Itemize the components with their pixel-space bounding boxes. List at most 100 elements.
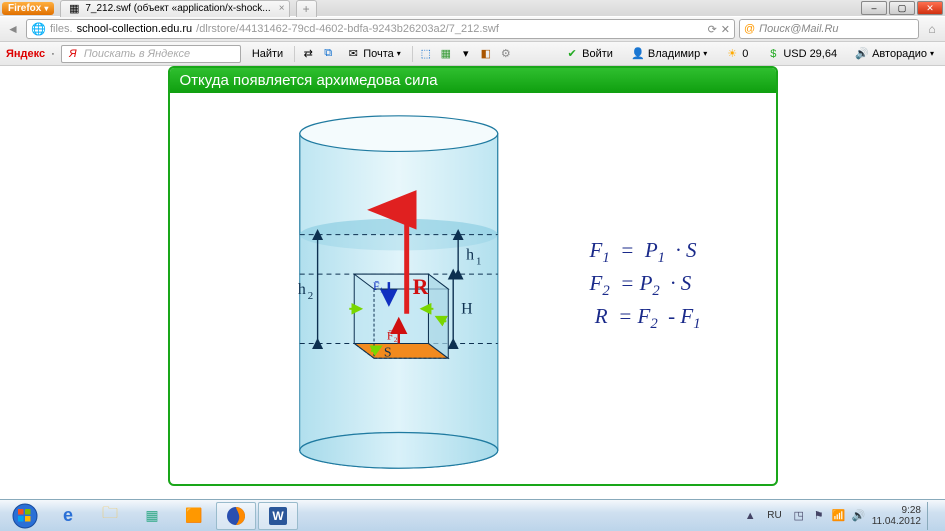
start-button[interactable] (4, 502, 46, 530)
clock-time: 9:28 (872, 505, 921, 516)
new-tab-button[interactable]: + (296, 0, 317, 17)
login-button[interactable]: ✔ Войти (560, 46, 618, 62)
lesson-title: Откуда появляется архимедова сила (170, 68, 776, 93)
usd-label: USD (783, 48, 806, 60)
gear-icon[interactable]: ⚙ (499, 47, 513, 61)
url-host: school-collection.edu.ru (77, 23, 193, 35)
equation-2: F2 = P2 · S (590, 269, 701, 302)
yandex-logo[interactable]: Яндекс (6, 48, 45, 60)
dollar-icon: $ (766, 47, 780, 61)
radio-label: Авторадио (872, 48, 927, 60)
plus-icon: + (299, 2, 314, 16)
tray-icon-1[interactable]: ◳ (792, 509, 806, 523)
yandex-search-placeholder: Поискать в Яндексе (84, 48, 190, 60)
mail-label: Почта (363, 48, 394, 60)
volume-icon[interactable]: 🔊 (852, 509, 866, 523)
system-tray: ▲ RU ◳ ⚑ 📶 🔊 9:28 11.04.2012 (743, 502, 941, 530)
stop-icon[interactable]: ✕ (721, 23, 730, 36)
mail-button[interactable]: ✉ Почта ▾ (341, 46, 406, 62)
chevron-down-icon: ▾ (44, 4, 48, 13)
svg-text:F̄₁: F̄₁ (373, 279, 384, 293)
mailru-icon: @ (744, 23, 755, 35)
taskbar-ie[interactable]: e (48, 502, 88, 530)
svg-text:h: h (297, 281, 305, 298)
lesson-card: Откуда появляется архимедова сила (168, 66, 778, 486)
yandex-toolbar: Яндекс · Я Поискать в Яндексе Найти ⇄ ⧉ … (0, 42, 945, 66)
find-button[interactable]: Найти (247, 47, 288, 61)
tray-icon-2[interactable]: ⚑ (812, 509, 826, 523)
yandex-right: ✔ Войти 👤 Владимир ▾ ☀ 0 $ USD 29,64 🔊 А… (560, 46, 939, 62)
taskbar: e 🗀 ▦ 🟧 W ▲ RU ◳ ⚑ 📶 🔊 9:28 11.04.2012 (0, 499, 945, 531)
app-icon: ▦ (145, 507, 158, 524)
firefox-menu-button[interactable]: Firefox ▾ (2, 2, 54, 15)
taskbar-app1[interactable]: ▦ (132, 502, 172, 530)
tray-up-icon[interactable]: ▲ (743, 509, 757, 523)
firefox-label: Firefox (8, 3, 41, 14)
taskbar-explorer[interactable]: 🗀 (90, 502, 130, 530)
tool-icon-1[interactable]: ⬚ (419, 47, 433, 61)
close-button[interactable]: ✕ (917, 1, 943, 15)
login-label: Войти (582, 48, 613, 60)
usd-widget[interactable]: $ USD 29,64 (761, 46, 842, 62)
search-placeholder: Поиск@Mail.Ru (759, 23, 838, 35)
navigation-toolbar: ◄ 🌐 files. school-collection.edu.ru/dlrst… (0, 16, 945, 42)
user-name: Владимир (648, 48, 700, 60)
minimize-button[interactable]: – (861, 1, 887, 15)
language-indicator[interactable]: RU (763, 508, 785, 523)
weather-temp: 0 (742, 48, 748, 60)
app-icon-2: 🟧 (185, 507, 202, 524)
mail-icon: ✉ (346, 47, 360, 61)
taskbar-app2[interactable]: 🟧 (174, 502, 214, 530)
radio-widget[interactable]: 🔊 Авторадио ▾ (850, 46, 939, 62)
url-bar[interactable]: 🌐 files. school-collection.edu.ru/dlrstor… (26, 19, 735, 39)
refresh-icon[interactable]: ⟳ (708, 23, 717, 36)
tool-icon-4[interactable]: ◧ (479, 47, 493, 61)
browser-tab[interactable]: ▦ 7_212.swf (объект «application/x-shock… (60, 0, 289, 17)
firefox-icon (226, 506, 246, 526)
screenshot-icon[interactable]: ⧉ (321, 47, 335, 61)
weather-widget[interactable]: ☀ 0 (720, 46, 753, 62)
url-prefix: files. (50, 23, 73, 35)
taskbar-firefox[interactable] (216, 502, 256, 530)
svg-text:R: R (412, 275, 428, 299)
windows-logo-icon (12, 503, 38, 529)
taskbar-word[interactable]: W (258, 502, 298, 530)
word-icon: W (269, 507, 286, 525)
home-button[interactable]: ⌂ (923, 20, 941, 38)
usd-value: 29,64 (810, 48, 838, 60)
check-icon: ✔ (565, 47, 579, 61)
flash-icon: ▦ (67, 2, 81, 16)
show-desktop-button[interactable] (927, 502, 935, 530)
page-content: Откуда появляется архимедова сила (0, 66, 945, 499)
yandex-search-input[interactable]: Я Поискать в Яндексе (61, 45, 241, 63)
url-path: /dlrstore/44131462-79cd-4602-bdfa-9243b2… (196, 23, 499, 35)
yandex-y-icon: Я (66, 47, 80, 61)
equation-3: R = F2 - F1 (590, 302, 701, 335)
speaker-icon: 🔊 (855, 47, 869, 61)
network-icon[interactable]: 📶 (832, 509, 846, 523)
svg-text:2: 2 (307, 290, 312, 302)
titlebar: Firefox ▾ ▦ 7_212.swf (объект «applicati… (0, 0, 945, 16)
svg-text:S: S (383, 344, 391, 359)
search-box[interactable]: @ Поиск@Mail.Ru (739, 19, 919, 39)
user-icon: 👤 (631, 47, 645, 61)
tab-close-icon[interactable]: × (279, 3, 285, 14)
tab-title: 7_212.swf (объект «application/x-shock..… (85, 3, 270, 14)
translate-icon[interactable]: ⇄ (301, 47, 315, 61)
svg-text:1: 1 (475, 255, 480, 267)
folder-icon: 🗀 (102, 502, 118, 529)
svg-text:F̄₂: F̄₂ (386, 328, 397, 342)
equations-block: F1 = P1 · S F2 = P2 · S R = F2 - F1 (590, 236, 701, 334)
tool-icon-2[interactable]: ▦ (439, 47, 453, 61)
tool-icon-3[interactable]: ▾ (459, 47, 473, 61)
lesson-body: h 1 h 2 H (170, 96, 776, 484)
svg-text:H: H (461, 301, 472, 318)
sun-icon: ☀ (725, 47, 739, 61)
svg-text:h: h (466, 246, 474, 263)
back-button[interactable]: ◄ (4, 20, 22, 38)
equation-1: F1 = P1 · S (590, 236, 701, 269)
clock[interactable]: 9:28 11.04.2012 (872, 505, 921, 527)
user-button[interactable]: 👤 Владимир ▾ (626, 46, 712, 62)
globe-icon: 🌐 (31, 22, 46, 36)
maximize-button[interactable]: ▢ (889, 1, 915, 15)
